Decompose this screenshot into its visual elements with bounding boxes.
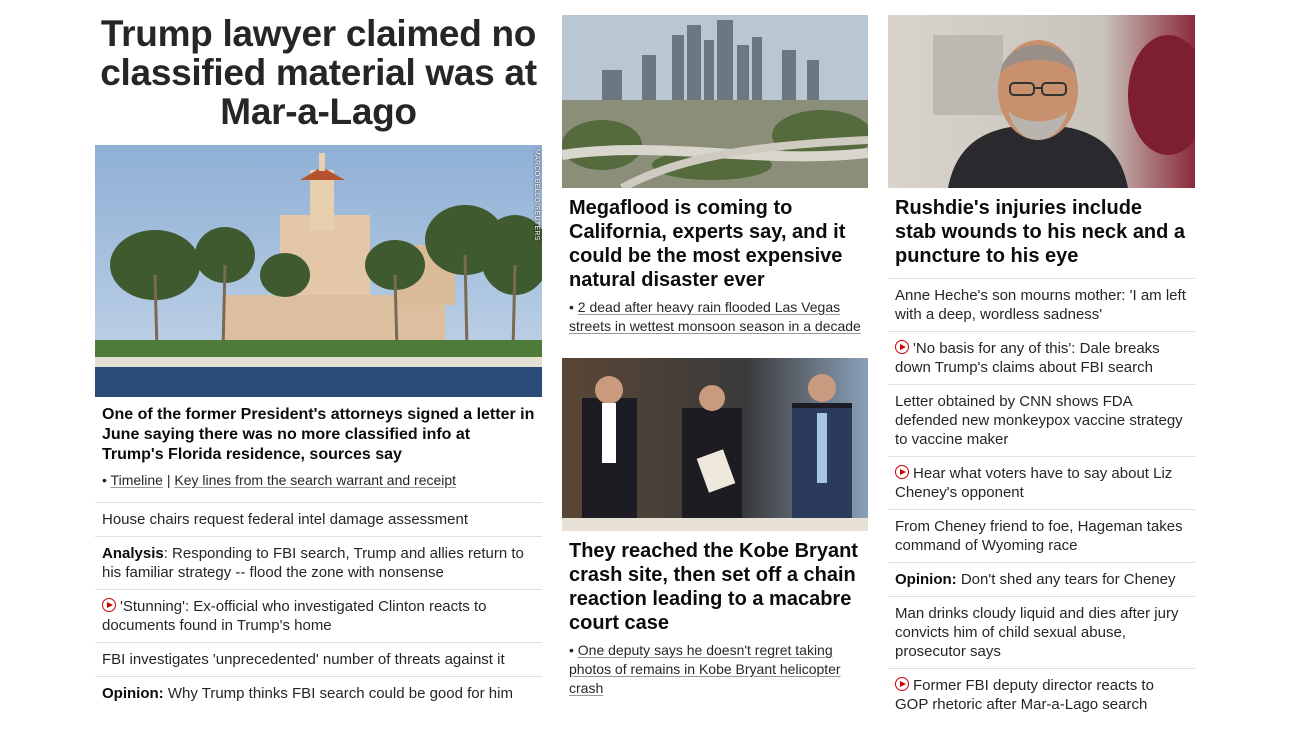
opinion-label: Opinion: [895,571,957,588]
los-angeles-skyline-image[interactable] [562,15,868,188]
las-vegas-link[interactable]: 2 dead after heavy rain flooded Las Vega… [569,299,861,334]
video-play-icon [895,340,909,354]
deputy-photos-link[interactable]: One deputy says he doesn't regret taking… [569,642,841,696]
lead-related-links: • Timeline | Key lines from the search w… [102,472,457,488]
megaflood-headline[interactable]: Megaflood is coming to California, exper… [562,188,868,292]
right-headline-list: Anne Heche's son mourns mother: 'I am le… [888,278,1195,721]
right-column: Rushdie's injuries include stab wounds t… [888,0,1195,721]
list-item[interactable]: From Cheney friend to foe, Hageman takes… [888,509,1195,562]
video-play-icon [895,465,909,479]
opinion-label: Opinion: [102,685,164,702]
kobe-headline[interactable]: They reached the Kobe Bryant crash site,… [562,531,868,635]
left-headline-list: House chairs request federal intel damag… [95,502,542,710]
list-item[interactable]: Hear what voters have to say about Liz C… [888,456,1195,509]
kobe-court-image[interactable] [562,358,868,531]
rushdie-image[interactable] [888,15,1195,188]
list-item[interactable]: Former FBI deputy director reacts to GOP… [888,668,1195,721]
mar-a-lago-image[interactable]: MARCO BELLO/REUTERS [95,145,542,397]
list-item[interactable]: FBI investigates 'unprecedented' number … [95,642,542,676]
video-play-icon [895,677,909,691]
lead-story-column: Trump lawyer claimed no classified mater… [95,0,542,710]
list-item[interactable]: Opinion: Don't shed any tears for Cheney [888,562,1195,596]
list-item[interactable]: 'Stunning': Ex-official who investigated… [95,589,542,642]
megaflood-related: • 2 dead after heavy rain flooded Las Ve… [569,299,861,334]
middle-column: Megaflood is coming to California, exper… [562,0,868,698]
list-item[interactable]: Analysis: Responding to FBI search, Trum… [95,536,542,589]
analysis-label: Analysis [102,545,164,562]
rushdie-headline[interactable]: Rushdie's injuries include stab wounds t… [888,188,1195,268]
list-item[interactable]: Man drinks cloudy liquid and dies after … [888,596,1195,668]
list-item[interactable]: 'No basis for any of this': Dale breaks … [888,331,1195,384]
image-credit: MARCO BELLO/REUTERS [533,149,540,241]
lead-headline[interactable]: Trump lawyer claimed no classified mater… [95,14,542,131]
key-lines-link[interactable]: Key lines from the search warrant and re… [174,472,456,488]
list-item[interactable]: House chairs request federal intel damag… [95,502,542,536]
timeline-link[interactable]: Timeline [111,472,163,488]
list-item[interactable]: Opinion: Why Trump thinks FBI search cou… [95,676,542,710]
list-item[interactable]: Letter obtained by CNN shows FDA defende… [888,384,1195,456]
kobe-related: • One deputy says he doesn't regret taki… [569,642,841,696]
lead-subheadline[interactable]: One of the former President's attorneys … [95,397,542,465]
list-item[interactable]: Anne Heche's son mourns mother: 'I am le… [888,278,1195,331]
video-play-icon [102,598,116,612]
